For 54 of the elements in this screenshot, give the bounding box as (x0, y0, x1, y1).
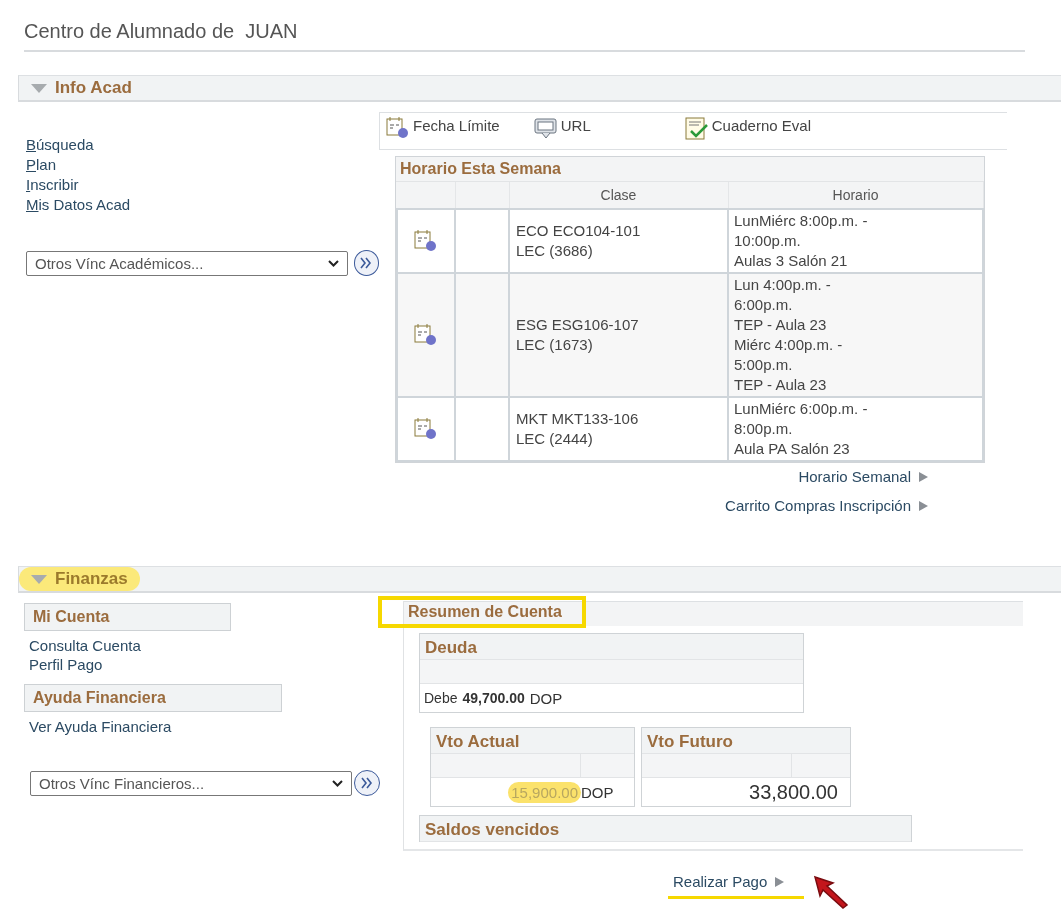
page-title: Centro de Alumnado de JUAN (24, 20, 1025, 52)
checklist-icon (684, 117, 709, 141)
class-name: MKT MKT133-106 LEC (2444) (515, 409, 640, 449)
toolbar-link[interactable]: URL (533, 117, 591, 139)
chevron-icon (332, 779, 343, 787)
play-arrow-icon (918, 499, 929, 512)
toolbar-link[interactable]: Cuaderno Eval (684, 117, 811, 141)
panel-title: Horario Esta Semana (396, 157, 984, 182)
card-title: Saldos vencidos (420, 816, 911, 842)
go-button[interactable] (354, 770, 380, 796)
toolbar-link[interactable]: Fecha Límite (386, 117, 500, 139)
nav-link[interactable]: Búsqueda (26, 135, 94, 155)
dropdown[interactable]: Otros Vínc Financieros... (30, 770, 352, 796)
arrow-link[interactable]: Horario Semanal (798, 468, 929, 485)
card-title: Deuda (420, 634, 803, 660)
calendar-info-icon[interactable] (414, 418, 438, 440)
play-arrow-icon (774, 875, 786, 888)
card-title: Vto Actual (431, 728, 634, 754)
group-header: Ayuda Financiera (24, 684, 282, 712)
chevron-icon (327, 259, 339, 267)
nav-link[interactable]: Plan (26, 155, 57, 175)
go-button[interactable] (353, 250, 379, 276)
class-name: ESG ESG106-107 LEC (1673) (515, 315, 640, 355)
debt-amount: 49,700.00 (462, 690, 525, 706)
class-name: ECO ECO104-101 LEC (3686) (515, 221, 642, 261)
nav-link[interactable]: Inscribir (26, 175, 79, 195)
double-chevron-icon (360, 777, 374, 789)
due-amount: 15,900.00 (508, 781, 581, 803)
class-schedule: LunMiérc 6:00p.m. - 8:00p.m. Aula PA Salón 23 (733, 399, 869, 459)
debt-label: Debe (424, 690, 458, 706)
panel-title: Resumen de Cuenta (378, 596, 586, 628)
dropdown[interactable]: Otros Vínc Académicos... (26, 250, 348, 276)
currency: DOP (529, 689, 563, 707)
pay-link[interactable]: Realizar Pago (665, 869, 808, 896)
currency: DOP (581, 783, 615, 801)
group-header: Mi Cuenta (24, 603, 231, 631)
card-title: Vto Futuro (642, 728, 850, 754)
play-arrow-icon (918, 470, 929, 483)
future-amount: 33,800.00 (749, 780, 838, 804)
section-title: Finanzas (55, 569, 128, 589)
double-chevron-icon (359, 257, 374, 269)
nav-link[interactable]: Consulta Cuenta (24, 636, 141, 655)
calendar-info-icon (386, 117, 410, 139)
nav-link[interactable]: Perfil Pago (24, 655, 103, 674)
calendar-info-icon[interactable] (414, 324, 438, 346)
calendar-info-icon[interactable] (414, 230, 438, 252)
section-header[interactable]: Info Acad (18, 75, 1061, 102)
class-schedule: LunMiérc 8:00p.m. - 10:00p.m. Aulas 3 Salón 21 (733, 211, 869, 271)
nav-link[interactable]: Ver Ayuda Financiera (24, 717, 172, 736)
section-title: Info Acad (55, 78, 132, 98)
arrow-link[interactable]: Carrito Compras Inscripción (725, 497, 929, 514)
monitor-icon (533, 117, 558, 139)
class-schedule: Lun 4:00p.m. - 6:00p.m. TEP - Aula 23 Miérc 4:00p.m. - 5:00p.m. TEP - Aula 23 (733, 275, 844, 395)
nav-link[interactable]: Mis Datos Acad (26, 195, 131, 215)
